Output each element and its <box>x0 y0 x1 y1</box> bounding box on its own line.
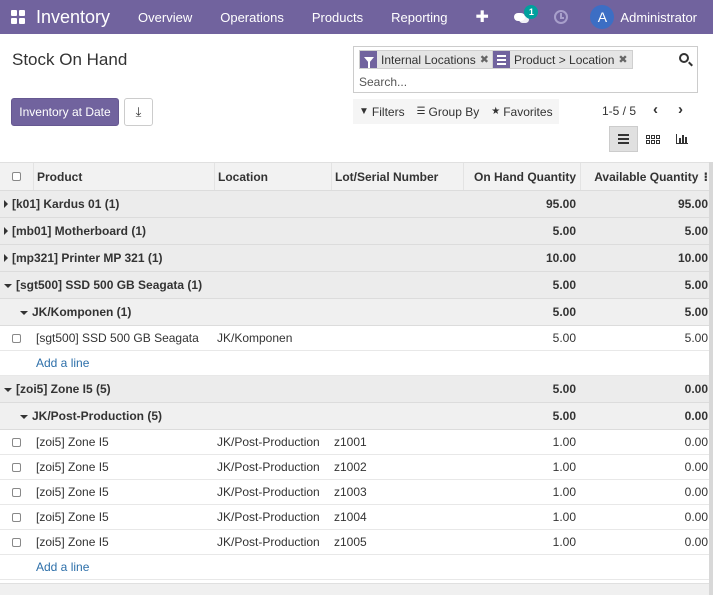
add-line-link[interactable]: Add a line <box>33 560 89 574</box>
menu-reporting[interactable]: Reporting <box>377 10 461 25</box>
column-options-icon[interactable]: ⁝ <box>703 170 708 184</box>
graph-view-icon[interactable] <box>667 126 696 152</box>
add-line-row: Add a line <box>0 351 713 376</box>
group-row[interactable]: [mb01] Motherboard (1) 5.00 5.00 <box>0 218 713 245</box>
funnel-icon: ▼ <box>359 106 369 117</box>
group-row[interactable]: [zoi5] Zone I5 (5) 5.00 0.00 <box>0 376 713 403</box>
header-product[interactable]: Product <box>33 163 214 190</box>
row-checkbox[interactable] <box>0 537 33 547</box>
add-line-row: Add a line <box>0 555 713 580</box>
favorites-button[interactable]: ★ Favorites <box>485 99 558 124</box>
table-row[interactable]: [zoi5] Zone I5 JK/Post-Production z1004 … <box>0 505 713 530</box>
table-header: Product Location Lot/Serial Number On Ha… <box>0 162 713 191</box>
group-by-bars-icon <box>493 51 510 68</box>
view-switcher <box>609 126 696 152</box>
star-icon: ★ <box>491 106 501 117</box>
table-row[interactable]: [zoi5] Zone I5 JK/Post-Production z1003 … <box>0 480 713 505</box>
filter-funnel-icon <box>360 51 377 68</box>
row-checkbox[interactable] <box>0 462 33 472</box>
page-title: Stock On Hand <box>12 50 128 69</box>
user-avatar[interactable]: A <box>590 5 615 29</box>
top-navbar: Inventory Overview Operations Products R… <box>0 0 713 34</box>
group-row[interactable]: [k01] Kardus 01 (1) 95.00 95.00 <box>0 191 713 218</box>
caret-down-icon <box>4 283 12 288</box>
navbar-systray: 1 A Administrator <box>512 0 713 34</box>
search-icon[interactable] <box>679 53 689 63</box>
caret-down-icon <box>20 310 28 315</box>
activity-clock-icon[interactable] <box>554 10 569 24</box>
filters-button[interactable]: ▼ Filters <box>353 99 411 124</box>
download-icon: ⤓ <box>135 104 142 120</box>
bars-icon: ☰ <box>416 106 426 117</box>
menu-operations[interactable]: Operations <box>206 10 298 25</box>
subgroup-row[interactable]: JK/Post-Production (5) 5.00 0.00 <box>0 403 713 430</box>
caret-right-icon <box>4 254 8 262</box>
table-row[interactable]: [zoi5] Zone I5 JK/Post-Production z1005 … <box>0 530 713 555</box>
download-button[interactable]: ⤓ <box>124 98 153 126</box>
header-on-hand[interactable]: On Hand Quantity <box>463 163 580 190</box>
pager-value[interactable]: 1-5 / 5 <box>602 104 636 118</box>
app-brand[interactable]: Inventory <box>36 7 124 28</box>
search-options: ▼ Filters ☰ Group By ★ Favorites <box>353 99 559 124</box>
row-checkbox[interactable] <box>0 437 33 447</box>
plus-icon[interactable]: ✚ <box>462 7 503 27</box>
table-row[interactable]: [zoi5] Zone I5 JK/Post-Production z1001 … <box>0 430 713 455</box>
group-row[interactable]: [sgt500] SSD 500 GB Seagata (1) 5.00 5.0… <box>0 272 713 299</box>
select-all-checkbox[interactable] <box>0 163 33 190</box>
facet-remove-icon[interactable]: ✖ <box>480 51 493 68</box>
table-row[interactable]: [sgt500] SSD 500 GB Seagata JK/Komponen … <box>0 326 713 351</box>
menu-products[interactable]: Products <box>298 10 377 25</box>
search-box: Internal Locations ✖ Product > Location … <box>353 46 698 93</box>
facet-product-location: Product > Location ✖ <box>492 50 633 69</box>
messaging-icon[interactable]: 1 <box>512 5 539 27</box>
caret-right-icon <box>4 227 8 235</box>
facet-internal-locations: Internal Locations ✖ <box>359 50 494 69</box>
pager-previous-icon[interactable]: ‹ <box>653 101 658 118</box>
search-input[interactable] <box>359 73 659 90</box>
caret-down-icon <box>20 414 28 419</box>
table-footer <box>0 583 713 595</box>
add-line-link[interactable]: Add a line <box>33 356 89 370</box>
facet-remove-icon[interactable]: ✖ <box>618 51 631 68</box>
caret-down-icon <box>4 387 12 392</box>
caret-right-icon <box>4 200 8 208</box>
header-available[interactable]: Available Quantity ⁝ <box>580 163 713 190</box>
stock-table: Product Location Lot/Serial Number On Ha… <box>0 162 713 580</box>
row-checkbox[interactable] <box>0 333 33 343</box>
user-menu[interactable]: Administrator <box>620 10 713 25</box>
pivot-view-icon[interactable] <box>638 126 667 152</box>
subgroup-row[interactable]: JK/Komponen (1) 5.00 5.00 <box>0 299 713 326</box>
vertical-scrollbar[interactable] <box>709 162 713 595</box>
header-lot[interactable]: Lot/Serial Number <box>331 163 463 190</box>
pager-next-icon[interactable]: › <box>678 101 683 118</box>
menu-overview[interactable]: Overview <box>124 10 206 25</box>
row-checkbox[interactable] <box>0 512 33 522</box>
header-location[interactable]: Location <box>214 163 331 190</box>
apps-menu-icon[interactable] <box>0 0 36 34</box>
table-row[interactable]: [zoi5] Zone I5 JK/Post-Production z1002 … <box>0 455 713 480</box>
group-row[interactable]: [mp321] Printer MP 321 (1) 10.00 10.00 <box>0 245 713 272</box>
row-checkbox[interactable] <box>0 487 33 497</box>
group-by-button[interactable]: ☰ Group By <box>411 99 486 124</box>
main-menu: Overview Operations Products Reporting ✚ <box>124 7 503 27</box>
list-view-icon[interactable] <box>609 126 638 152</box>
message-count-badge: 1 <box>524 5 539 19</box>
inventory-at-date-button[interactable]: Inventory at Date <box>11 98 119 126</box>
